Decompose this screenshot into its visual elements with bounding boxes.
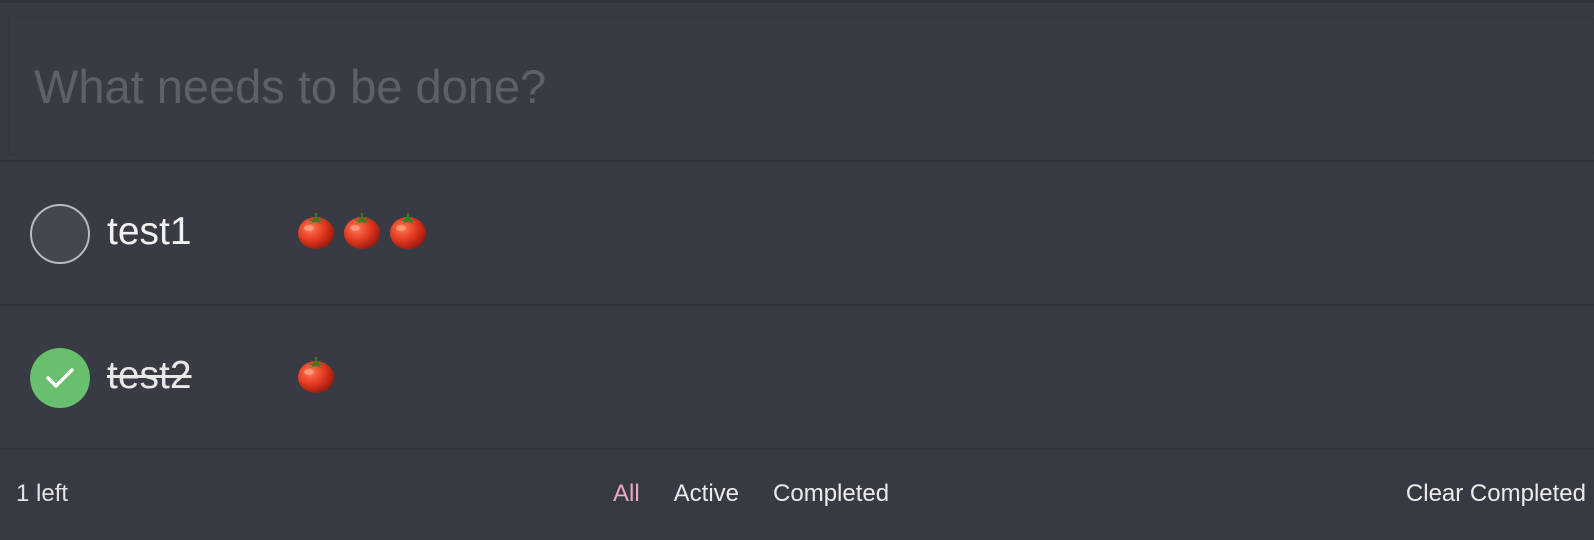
clear-completed-button[interactable]: Clear Completed <box>1406 480 1586 508</box>
filter-completed[interactable]: Completed <box>773 480 889 508</box>
todo-label[interactable]: test1 <box>107 206 192 258</box>
filter-all[interactable]: All <box>613 480 640 508</box>
tomato-icon <box>344 213 380 249</box>
tomato-icon <box>298 357 334 393</box>
tomato-icon <box>390 213 426 249</box>
new-todo-input[interactable] <box>8 17 1594 155</box>
items-left-count: 1 left <box>16 480 69 507</box>
new-todo-row <box>0 0 1594 162</box>
filter-list: All Active Completed <box>613 480 923 508</box>
todo-item: test1 <box>0 162 1594 306</box>
pomodoro-list <box>296 210 428 250</box>
todo-label[interactable]: test2 <box>107 350 192 402</box>
todo-toggle-checked[interactable] <box>30 348 90 408</box>
todo-footer: 1 left All Active Completed Clear Comple… <box>0 450 1594 540</box>
todo-app: test1 <box>0 0 1594 540</box>
tomato-icon <box>298 213 334 249</box>
pomodoro-list <box>296 354 336 394</box>
todo-toggle-unchecked[interactable] <box>30 204 90 264</box>
checkmark-icon <box>46 368 74 388</box>
filter-active[interactable]: Active <box>674 480 739 508</box>
todo-item: test2 <box>0 306 1594 450</box>
